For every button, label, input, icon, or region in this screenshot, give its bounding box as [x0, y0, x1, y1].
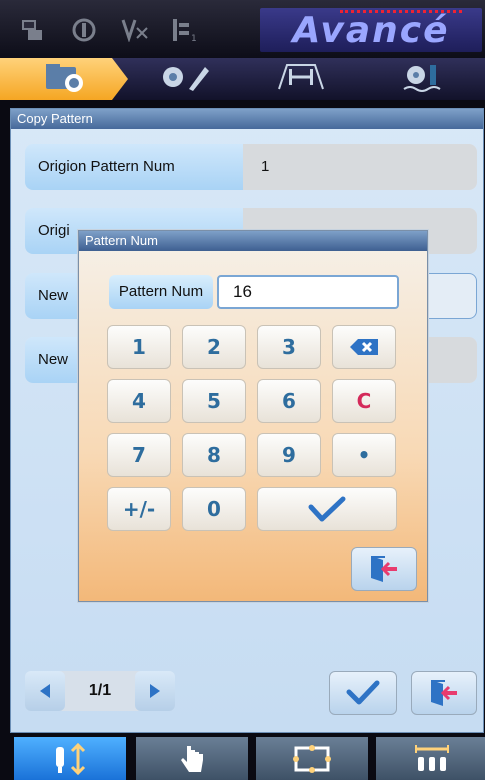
- step-edit-pattern[interactable]: [130, 58, 240, 100]
- step-nav: [0, 58, 485, 100]
- exit-door-icon: [431, 680, 457, 706]
- exit-door-icon: [371, 556, 397, 582]
- backspace-key[interactable]: [332, 325, 396, 369]
- network-icon: [18, 16, 50, 44]
- pager: 1/1: [25, 671, 175, 711]
- step-sewing[interactable]: [362, 58, 485, 100]
- step-pattern-folder[interactable]: [0, 58, 128, 100]
- stitch-adjust-icon: [273, 61, 329, 98]
- origion-pattern-row[interactable]: Origion Pattern Num 1: [25, 144, 477, 190]
- arrow-left-icon: [40, 684, 50, 698]
- key-7[interactable]: 7: [107, 433, 171, 477]
- decimal-key[interactable]: •: [332, 433, 396, 477]
- dialog-title: Pattern Num: [79, 231, 427, 251]
- key-6[interactable]: 6: [257, 379, 321, 423]
- key-8[interactable]: 8: [182, 433, 246, 477]
- edit-pattern-icon: [157, 61, 213, 98]
- exit-button[interactable]: [411, 671, 477, 715]
- panel-title: Copy Pattern: [11, 109, 483, 129]
- key-3[interactable]: 3: [257, 325, 321, 369]
- tab-frame[interactable]: [256, 737, 368, 780]
- pattern-num-input[interactable]: 16: [217, 275, 399, 309]
- tab-stitch-select[interactable]: [14, 737, 126, 780]
- key-5[interactable]: 5: [182, 379, 246, 423]
- stitch-counter-icon: 1: [168, 16, 200, 44]
- needle-mode-icon: [68, 16, 100, 44]
- brand-logo: Avancé: [260, 8, 482, 52]
- arrow-right-icon: [150, 684, 160, 698]
- sewing-icon: [402, 61, 446, 98]
- row-label: Origion Pattern Num: [25, 144, 243, 190]
- sign-toggle-key[interactable]: +/-: [107, 487, 171, 531]
- key-0[interactable]: 0: [182, 487, 246, 531]
- next-page-button[interactable]: [135, 671, 175, 711]
- pattern-num-label: Pattern Num: [109, 275, 213, 309]
- key-1[interactable]: 1: [107, 325, 171, 369]
- thread-cut-icon: [118, 16, 150, 44]
- svg-text:1: 1: [191, 34, 197, 43]
- pattern-num-dialog: Pattern Num Pattern Num 16 1 2 3 4 5 6 C…: [78, 230, 428, 602]
- row-value[interactable]: 1: [243, 144, 477, 190]
- stitch-select-icon: [56, 742, 86, 775]
- confirm-button[interactable]: [329, 671, 397, 715]
- tab-needle-row[interactable]: [376, 737, 485, 780]
- needle-row-icon: [415, 744, 449, 771]
- key-2[interactable]: 2: [182, 325, 246, 369]
- frame-icon: [293, 744, 331, 773]
- page-indicator: 1/1: [88, 682, 112, 699]
- clear-key[interactable]: C: [332, 379, 396, 423]
- manual-hand-icon: [181, 745, 203, 772]
- step-stitch-adjust[interactable]: [246, 58, 356, 100]
- enter-key[interactable]: [257, 487, 397, 531]
- key-9[interactable]: 9: [257, 433, 321, 477]
- backspace-icon: [350, 339, 378, 355]
- status-bar: 1 Avancé: [0, 0, 485, 58]
- key-4[interactable]: 4: [107, 379, 171, 423]
- checkmark-icon: [308, 496, 346, 522]
- checkmark-icon: [346, 680, 380, 705]
- tab-manual[interactable]: [136, 737, 248, 780]
- pattern-folder-icon: [42, 61, 86, 98]
- prev-page-button[interactable]: [25, 671, 65, 711]
- bottom-tab-bar: [0, 735, 485, 780]
- dialog-exit-button[interactable]: [351, 547, 417, 591]
